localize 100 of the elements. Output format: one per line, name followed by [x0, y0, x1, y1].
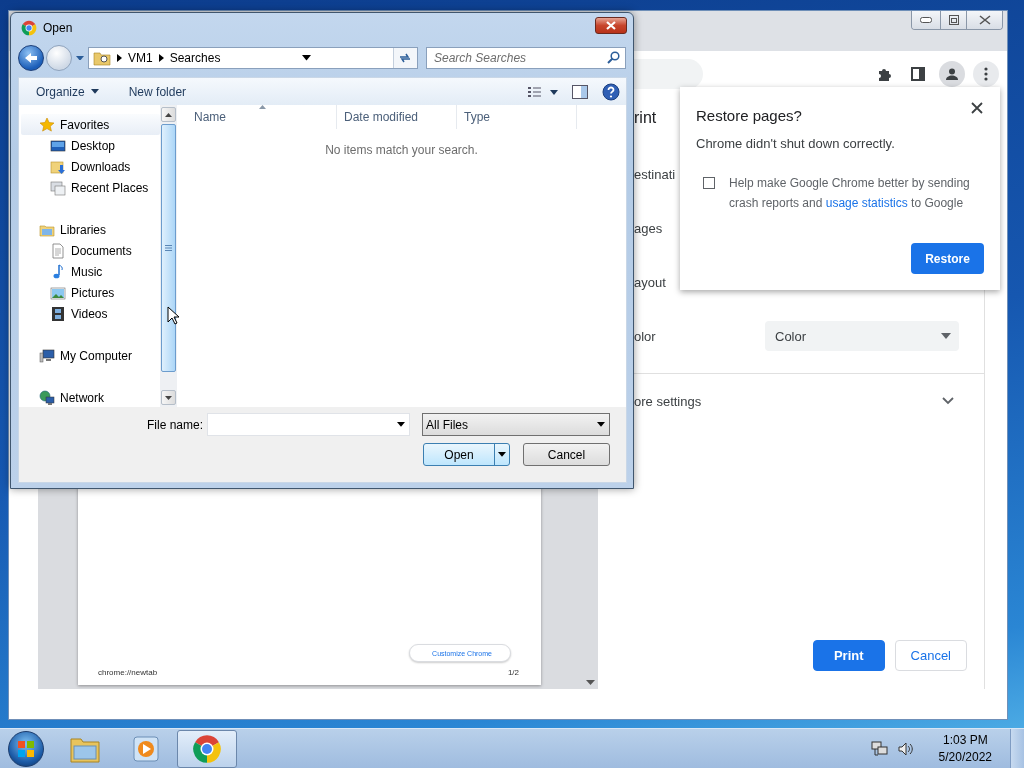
- more-settings-label[interactable]: ore settings: [634, 393, 702, 409]
- chrome-logo-icon: [192, 733, 222, 764]
- caret-icon: [76, 55, 84, 61]
- open-button[interactable]: Open: [423, 443, 510, 466]
- nav-pane-item[interactable]: Videos: [21, 303, 160, 324]
- nav-pane-item[interactable]: Downloads: [21, 156, 160, 177]
- nav-pane-item[interactable]: Favorites: [21, 114, 160, 135]
- checkbox[interactable]: [703, 177, 715, 189]
- maximize-button[interactable]: [940, 11, 966, 29]
- chevron-down-icon[interactable]: [942, 397, 954, 405]
- minimize-icon: [920, 17, 932, 23]
- menu-button[interactable]: [973, 60, 999, 87]
- taskbar-app-button[interactable]: [177, 729, 237, 768]
- menu-icon: [984, 66, 988, 81]
- checkbox-label: Help make Google Chrome better by sending crash reports and usage statistics to Google: [729, 175, 971, 212]
- color-select[interactable]: Color: [765, 321, 959, 351]
- desktop-icon: [50, 137, 66, 154]
- media-player-icon: [131, 733, 161, 764]
- organize-menu-button[interactable]: Organize: [36, 84, 99, 99]
- scroll-down-arrow-icon[interactable]: [165, 395, 172, 400]
- popup-title: Restore pages?: [696, 107, 802, 124]
- nav-pane-item[interactable]: Documents: [21, 240, 160, 261]
- close-button[interactable]: [595, 16, 627, 34]
- new-folder-button[interactable]: New folder: [128, 84, 187, 99]
- dialog-title: Open: [43, 21, 73, 35]
- chrome-logo-icon: [21, 20, 37, 36]
- setting-label: olor: [634, 328, 656, 344]
- speaker-icon: [896, 740, 915, 757]
- caret-icon: [397, 422, 405, 427]
- column-header[interactable]: Type: [457, 105, 577, 129]
- refresh-button[interactable]: [393, 48, 417, 68]
- profile-button[interactable]: [939, 60, 965, 87]
- page-url: chrome://newtab: [98, 668, 158, 677]
- clock-time: 1:03 PM: [942, 731, 988, 749]
- breadcrumb-item[interactable]: VM1: [128, 51, 153, 65]
- column-header[interactable]: Date modified: [337, 105, 457, 129]
- start-button[interactable]: [8, 730, 44, 767]
- downloads-folder-icon: [50, 158, 66, 175]
- mouse-pointer-icon: [167, 306, 179, 325]
- grip-icon: [165, 245, 172, 251]
- search-icon: [607, 51, 620, 64]
- chevron-right-icon: [117, 54, 122, 62]
- side-panel-icon: [911, 66, 925, 81]
- setting-label: ages: [634, 220, 663, 236]
- clock[interactable]: 1:03 PM 5/20/2022: [938, 731, 992, 766]
- network-icon: [870, 740, 889, 757]
- search-folder-icon: [93, 50, 111, 66]
- nav-pane-item[interactable]: My Computer: [21, 345, 160, 366]
- address-bar[interactable]: VM1 Searches: [88, 47, 418, 69]
- restore-button[interactable]: Restore: [911, 243, 984, 274]
- volume-tray-button[interactable]: [896, 740, 915, 757]
- scroll-down-arrow-icon[interactable]: [586, 680, 595, 685]
- person-icon: [945, 66, 959, 81]
- recent-places-icon: [50, 179, 66, 196]
- view-options-icon[interactable]: [528, 85, 558, 98]
- network-tray-button[interactable]: [870, 740, 889, 757]
- empty-message: No items match your search.: [324, 143, 479, 157]
- setting-label: estinati: [634, 166, 676, 182]
- close-button[interactable]: [966, 11, 1002, 29]
- usage-statistics-link[interactable]: usage statistics: [825, 196, 908, 210]
- file-name-label: File name:: [146, 417, 203, 432]
- minimize-button[interactable]: [912, 11, 940, 29]
- scroll-up-arrow-icon[interactable]: [165, 112, 172, 117]
- nav-pane-item[interactable]: Network: [21, 387, 160, 407]
- refresh-icon: [398, 52, 413, 64]
- caret-icon: [597, 422, 605, 427]
- caret-icon: [302, 55, 312, 61]
- help-icon[interactable]: [602, 82, 620, 101]
- picture-icon: [50, 284, 66, 301]
- nav-pane-item[interactable]: Pictures: [21, 282, 160, 303]
- clock-date: 5/20/2022: [938, 748, 992, 766]
- cancel-button[interactable]: Cancel: [894, 640, 967, 671]
- search-field[interactable]: Search Searches: [426, 47, 626, 69]
- film-strip-icon: [50, 305, 66, 322]
- print-button[interactable]: Print: [812, 640, 885, 671]
- star-icon: [39, 116, 55, 133]
- nav-pane-item[interactable]: Recent Places: [21, 177, 160, 198]
- nav-pane-item[interactable]: Music: [21, 261, 160, 282]
- preview-pane-icon[interactable]: [572, 84, 588, 99]
- recent-pages-button[interactable]: [74, 55, 86, 61]
- file-name-field[interactable]: [207, 413, 410, 436]
- cancel-button[interactable]: Cancel: [523, 443, 610, 466]
- nav-pane-item[interactable]: Libraries: [21, 219, 160, 240]
- computer-icon: [39, 347, 55, 364]
- close-icon: [970, 101, 984, 115]
- print-title: rint: [634, 109, 657, 127]
- scrollbar-thumb[interactable]: [161, 124, 176, 372]
- nav-pane-item[interactable]: Desktop: [21, 135, 160, 156]
- close-icon: [978, 15, 991, 25]
- network-icon: [39, 389, 55, 406]
- popup-message: Chrome didn't shut down correctly.: [696, 136, 896, 151]
- setting-label: ayout: [634, 274, 666, 290]
- back-button[interactable]: [18, 45, 44, 71]
- caret-icon: [498, 452, 506, 457]
- arrow-left-icon: [24, 52, 38, 64]
- chevron-right-icon: [158, 54, 164, 62]
- breadcrumb-item[interactable]: Searches: [169, 51, 221, 65]
- close-button[interactable]: [970, 101, 984, 115]
- file-type-select[interactable]: All Files: [422, 413, 610, 436]
- scrollbar[interactable]: [160, 105, 177, 407]
